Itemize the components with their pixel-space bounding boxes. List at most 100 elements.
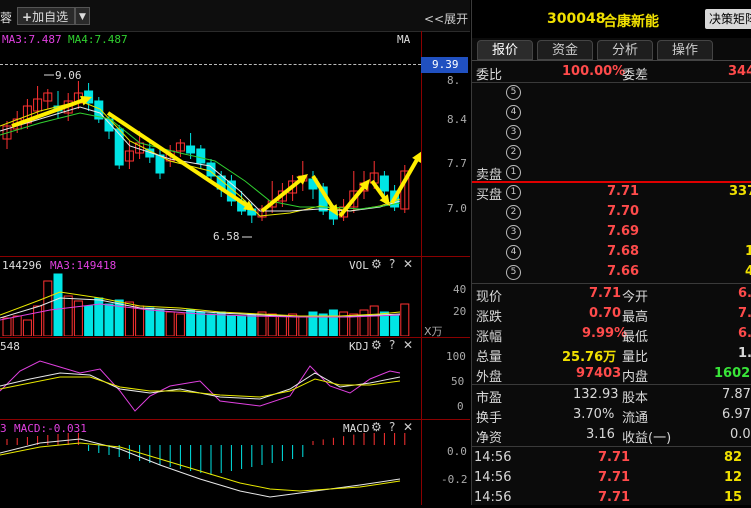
weibi-label: 委比	[476, 68, 503, 83]
volume-bar	[165, 311, 175, 336]
stat-label: 换手	[476, 411, 503, 426]
volume-bar	[22, 319, 32, 336]
expand-button[interactable]: <<展开	[424, 10, 468, 27]
stat-value: 1602	[714, 366, 751, 381]
stat-label: 净资	[476, 431, 503, 446]
y-tick: 50	[451, 375, 465, 388]
stat-label: 最高	[622, 310, 649, 325]
volume-bar	[114, 299, 124, 336]
add-favorite-button[interactable]: +加自选	[17, 7, 75, 25]
level-badge: 4	[506, 245, 521, 260]
candle-body	[186, 145, 196, 154]
stat-label: 涨幅	[476, 330, 503, 345]
volume-chart	[0, 273, 410, 336]
level-badge: 4	[506, 105, 521, 120]
candle-body	[379, 175, 389, 192]
y-tick: 7.7	[447, 157, 467, 170]
candle-body	[196, 148, 206, 164]
level-badge: 5	[506, 265, 521, 280]
tab-quote[interactable]: 报价	[477, 40, 533, 60]
volume-bar	[390, 315, 400, 336]
stat-value: 3.70%	[573, 407, 615, 422]
gear-icon[interactable]: ⚙	[371, 338, 382, 352]
tab-analysis[interactable]: 分析	[597, 40, 653, 60]
tab-funds[interactable]: 资金	[537, 40, 593, 60]
quote-panel: 300048 合康新能 决策矩阵 报价 资金 分析 操作 委比 100.00% …	[471, 0, 751, 505]
level-badge: 1	[506, 185, 521, 200]
gear-icon[interactable]: ⚙	[371, 420, 382, 434]
volume-bar	[84, 305, 94, 336]
gear-icon[interactable]: ⚙	[371, 257, 382, 271]
buy-volume: 4	[745, 264, 751, 279]
volume-bar	[369, 305, 379, 336]
tick-volume: 15	[724, 490, 743, 505]
y-tick: -0.2	[441, 473, 468, 486]
tick-time: 14:56	[474, 490, 512, 505]
tick-price: 7.71	[598, 470, 631, 485]
stat-label: 外盘	[476, 370, 503, 385]
stat-value: 7.71	[589, 286, 622, 301]
tab-operate[interactable]: 操作	[657, 40, 713, 60]
y-tick: 7.0	[447, 202, 467, 215]
weibi-value: 100.00%	[562, 64, 626, 79]
close-icon[interactable]: ✕	[403, 338, 413, 352]
level-badge: 3	[506, 225, 521, 240]
tick-row: 14:56 7.71 82	[472, 449, 751, 468]
help-icon[interactable]: ?	[389, 420, 395, 434]
stat-label: 流通	[622, 411, 649, 426]
stat-value: 3.16	[586, 427, 615, 442]
volume-bar	[155, 309, 165, 336]
stat-value: 6.	[738, 326, 751, 341]
stat-value: 9.99%	[582, 326, 628, 341]
weibi-row: 委比 100.00% 委差 344	[472, 63, 751, 83]
chart-toolbar: 蓉 +加自选 ▼ <<展开	[0, 0, 470, 32]
close-icon[interactable]: ✕	[403, 257, 413, 271]
volume-bar	[247, 313, 257, 336]
help-icon[interactable]: ?	[389, 257, 395, 271]
stock-name: 合康新能	[603, 14, 659, 30]
stat-label: 现价	[476, 290, 503, 305]
y-tick: 20	[453, 305, 467, 318]
kdj-j-line	[0, 360, 401, 412]
stat-value: 25.76万	[562, 350, 617, 365]
stat-value: 132.93	[573, 387, 619, 402]
volume-bar	[145, 307, 155, 336]
stat-label: 总量	[476, 350, 503, 365]
quote-tabs: 报价 资金 分析 操作	[472, 40, 751, 61]
volume-bar	[33, 305, 43, 336]
stat-label: 收益(一)	[622, 431, 672, 446]
buy-price: 7.68	[607, 244, 640, 259]
volume-bar	[400, 303, 410, 336]
close-icon[interactable]: ✕	[403, 420, 413, 434]
trend-arrow	[260, 174, 308, 213]
volume-bar	[359, 309, 369, 336]
dropdown-arrow-icon[interactable]: ▼	[75, 7, 90, 25]
volume-bar	[135, 305, 145, 336]
add-favorite-label: 加自选	[32, 10, 69, 24]
volume-bar	[298, 315, 308, 336]
kdj-chart	[0, 360, 401, 412]
help-icon[interactable]: ?	[389, 338, 395, 352]
stat-label: 量比	[622, 350, 649, 365]
y-tick-top: 8.	[447, 74, 461, 87]
y-tick: 0	[457, 400, 464, 413]
volume-bar	[12, 315, 22, 336]
buy-row: 3 7.69	[472, 223, 751, 242]
strategy-matrix-button[interactable]: 决策矩阵	[705, 9, 751, 29]
volume-bar	[104, 303, 114, 336]
stat-value: 6.	[738, 286, 751, 301]
stat-label: 最低	[622, 330, 649, 345]
trend-arrow	[106, 111, 255, 211]
volume-bar	[226, 315, 236, 336]
volume-bar	[206, 313, 216, 336]
volume-bar	[175, 313, 185, 336]
volume-bar	[43, 280, 53, 336]
volume-bar	[63, 295, 73, 336]
low-annotation: 6.58	[213, 230, 240, 243]
buy-row: 2 7.70	[472, 203, 751, 222]
stat-label: 股本	[622, 391, 649, 406]
chart-area: 蓉 +加自选 ▼ <<展开 MA3:7.487 MA4:7.487 MA 9.3…	[0, 0, 470, 505]
buy-price: 7.69	[607, 224, 640, 239]
buy-label: 买盘	[476, 188, 503, 203]
buy-row: 买盘 1 7.71 337	[472, 183, 751, 203]
